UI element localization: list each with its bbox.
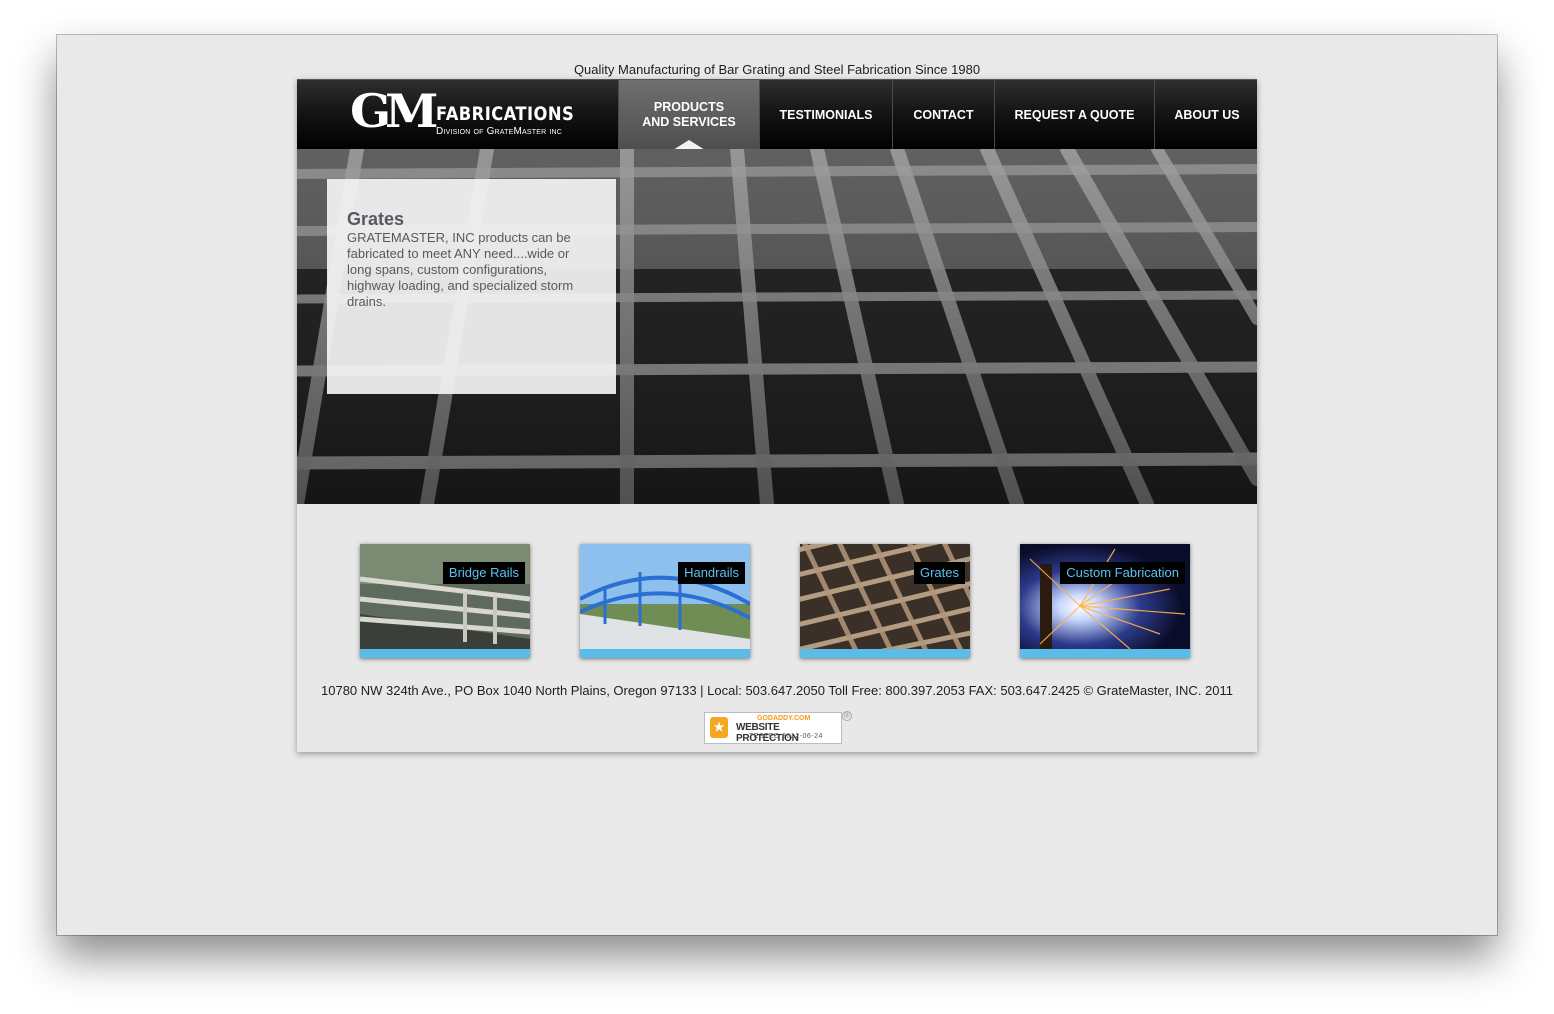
hero-info-card: Grates GRATEMASTER, INC products can be …: [327, 179, 616, 394]
thumbnail-grates[interactable]: Grates: [800, 544, 970, 658]
thumbnail-accent-bar: [1020, 649, 1190, 658]
thumbnail-label: Custom Fabrication: [1060, 562, 1185, 584]
nav-products-and-services[interactable]: PRODUCTS AND SERVICES: [618, 80, 759, 150]
hero-title: Grates: [347, 209, 405, 229]
nav-testimonials[interactable]: TESTIMONIALS: [759, 80, 892, 150]
site-container: GM FABRICATIONS Division of GrateMaster …: [297, 79, 1257, 752]
thumbnail-label: Bridge Rails: [442, 562, 525, 584]
thumbnail-accent-bar: [580, 649, 750, 658]
registered-mark-icon: ®: [842, 711, 852, 721]
godaddy-website-protection-badge[interactable]: ★ GODADDY.COM WEBSITE PROTECTION TESTED …: [704, 712, 842, 744]
nav-contact[interactable]: CONTACT: [892, 80, 994, 150]
bridge-rails-photo: [360, 544, 530, 649]
product-thumbnails: Bridge Rails Handrails Grates Custom Fab…: [297, 544, 1257, 659]
handrails-photo: [580, 544, 750, 649]
thumbnail-label: Grates: [913, 562, 965, 584]
nav-request-a-quote[interactable]: REQUEST A QUOTE: [994, 80, 1154, 150]
logo-name: FABRICATIONS: [436, 103, 575, 125]
site-tagline: Quality Manufacturing of Bar Grating and…: [573, 62, 981, 77]
browser-window: Quality Manufacturing of Bar Grating and…: [57, 35, 1497, 935]
badge-tested-date: TESTED 2012-06-24: [749, 733, 823, 740]
nav-about-us[interactable]: ABOUT US: [1154, 80, 1259, 150]
thumbnail-custom-fabrication[interactable]: Custom Fabrication: [1020, 544, 1190, 658]
hero-banner: Grates GRATEMASTER, INC products can be …: [297, 149, 1257, 504]
grates-photo: [800, 544, 970, 649]
gm-fabrications-logo[interactable]: GM FABRICATIONS Division of GrateMaster …: [350, 85, 575, 141]
main-nav: PRODUCTS AND SERVICES TESTIMONIALS CONTA…: [618, 80, 1259, 150]
custom-fabrication-photo: [1020, 544, 1190, 649]
site-header: GM FABRICATIONS Division of GrateMaster …: [297, 79, 1257, 150]
thumbnail-accent-bar: [800, 649, 970, 658]
thumbnail-bridge-rails[interactable]: Bridge Rails: [360, 544, 530, 658]
badge-brand: GODADDY.COM: [757, 715, 811, 722]
shield-icon: ★: [710, 717, 728, 738]
hero-description: GRATEMASTER, INC products can be fabrica…: [347, 230, 574, 309]
thumbnail-accent-bar: [360, 649, 530, 658]
logo-mark: GM: [350, 84, 438, 138]
thumbnail-label: Handrails: [678, 562, 745, 584]
logo-division: Division of GrateMaster inc: [436, 126, 563, 137]
footer-address: 10780 NW 324th Ave., PO Box 1040 North P…: [321, 683, 1233, 698]
thumbnail-handrails[interactable]: Handrails: [580, 544, 750, 658]
